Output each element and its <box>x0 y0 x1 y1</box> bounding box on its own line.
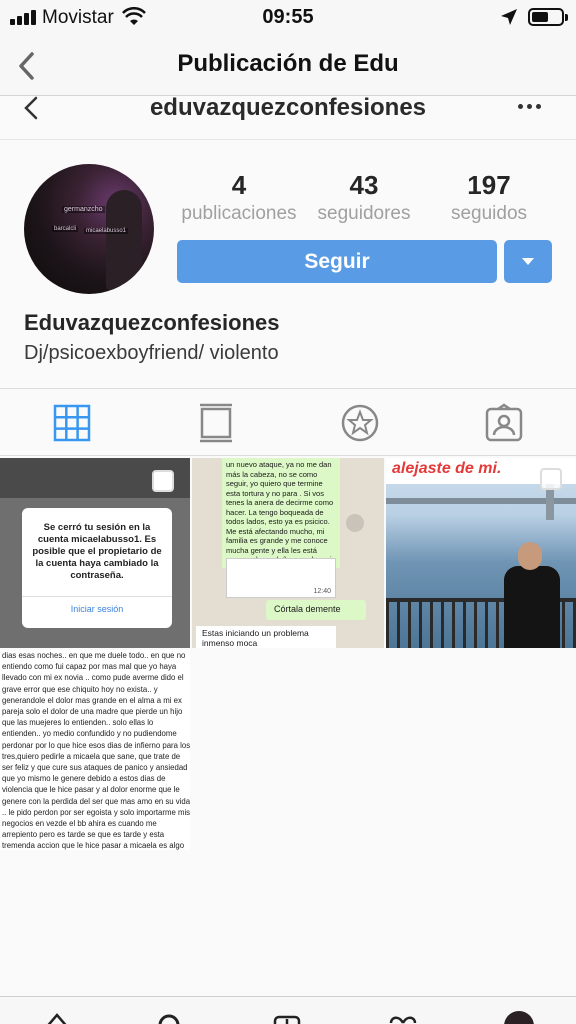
add-icon[interactable] <box>272 1011 302 1024</box>
multi-post-icon <box>540 468 562 490</box>
chat-timestamp: 12:40 <box>313 588 331 595</box>
clock: 09:55 <box>262 6 314 28</box>
profile-bio: Dj/psicoexboyfriend/ violento <box>24 342 279 364</box>
post-thumbnail-2[interactable]: un nuevo ataque, ya no me dan más la cab… <box>192 458 384 648</box>
profile-full-name: Eduvazquezconfesiones <box>24 310 280 335</box>
stat-posts[interactable]: 4 publicaciones <box>176 170 302 225</box>
bottom-tab-bar <box>0 996 576 1024</box>
avatar-tag-label: barcalcli <box>52 226 79 232</box>
caret-down-icon <box>522 258 534 265</box>
stat-followers-value: 43 <box>349 170 379 200</box>
star-icon[interactable] <box>340 403 380 443</box>
stat-posts-value: 4 <box>231 170 247 200</box>
letter-text: dias esas noches.. en que me duele todo.… <box>2 651 190 850</box>
stat-following-value: 197 <box>467 170 511 200</box>
feed-icon[interactable] <box>196 403 236 443</box>
heart-icon[interactable] <box>388 1011 418 1024</box>
chat-message: un nuevo ataque, ya no me dan más la cab… <box>226 460 334 574</box>
stat-following-label: seguidos <box>450 203 528 224</box>
profile-avatar-icon[interactable] <box>504 1011 534 1024</box>
profile-header: eduvazquezconfesiones <box>0 96 576 140</box>
chat-bubble: un nuevo ataque, ya no me dan más la cab… <box>222 458 340 574</box>
post-caption: alejaste de mi. <box>392 460 502 477</box>
home-icon[interactable] <box>42 1011 72 1024</box>
search-icon[interactable] <box>154 1011 184 1024</box>
grid-icon[interactable] <box>52 403 92 443</box>
avatar-tag-label: micaelabusso1 <box>84 228 129 234</box>
stat-followers[interactable]: 43 seguidores <box>308 170 420 225</box>
navigation-bar: Publicación de Edu <box>0 36 576 96</box>
share-arrow-icon <box>346 514 364 532</box>
stat-followers-label: seguidores <box>317 203 411 224</box>
profile-username: eduvazquezconfesiones <box>149 96 427 121</box>
avatar[interactable]: germanzcho micaelabusso1 barcalcli <box>24 164 154 294</box>
chat-incoming: Estas iniciando un problema inmenso moca <box>196 626 336 648</box>
avatar-tag-label: germanzcho <box>62 206 105 213</box>
post-image: eduvazquezconfesiones germanzcho micaela… <box>0 96 576 996</box>
login-action: Iniciar sesión <box>70 604 124 614</box>
profile-tabs <box>0 388 576 456</box>
suggestions-dropdown-button[interactable] <box>504 240 552 283</box>
dialog-message: Se cerró tu sesión en la cuenta micaelab… <box>32 522 162 581</box>
multi-post-icon <box>152 470 174 492</box>
stat-following[interactable]: 197 seguidos <box>436 170 542 225</box>
post-thumbnail-3[interactable]: alejaste de mi. <box>386 458 576 648</box>
chat-image-thumbnail: 12:40 <box>226 558 336 598</box>
tagged-icon[interactable] <box>484 403 524 443</box>
stat-posts-label: publicaciones <box>181 203 297 224</box>
nav-title: Publicación de Edu <box>177 50 399 77</box>
follow-button[interactable]: Seguir <box>177 240 497 283</box>
chat-reply: Córtala demente <box>266 600 366 620</box>
location-arrow-icon <box>501 9 517 25</box>
post-thumbnail-1[interactable]: Se cerró tu sesión en la cuenta micaelab… <box>0 458 190 648</box>
post-thumbnail-4[interactable]: dias esas noches.. en que me duele todo.… <box>0 650 190 850</box>
battery-icon <box>528 8 568 26</box>
session-closed-dialog: Se cerró tu sesión en la cuenta micaelab… <box>22 508 172 628</box>
more-options-icon[interactable] <box>518 104 541 109</box>
status-bar: Movistar 09:55 <box>0 0 576 36</box>
